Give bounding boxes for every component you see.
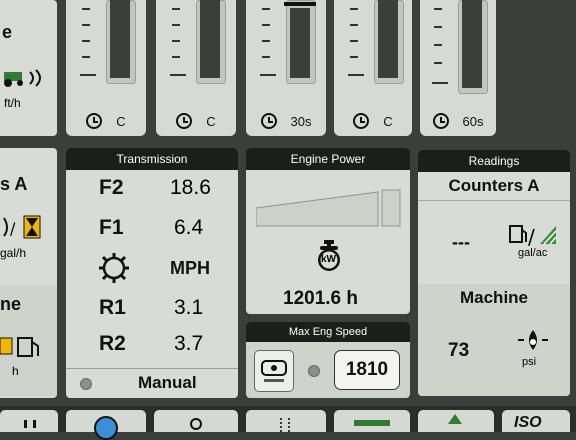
status-led xyxy=(80,378,92,390)
gear-r1: R1 xyxy=(99,296,126,319)
section-button[interactable] xyxy=(246,410,326,432)
globe-icon xyxy=(94,416,118,440)
gauge-1-label: C xyxy=(116,113,126,129)
left-panel-title: s A xyxy=(0,174,28,194)
value-r2: 3.7 xyxy=(174,332,204,355)
pause-button[interactable] xyxy=(0,410,58,432)
iso-label: ISO xyxy=(514,414,542,431)
speed-unit: MPH xyxy=(170,258,210,278)
max-eng-speed-header: Max Eng Speed xyxy=(246,322,410,342)
counters-unit: gal/ac xyxy=(518,247,548,259)
engine-power-header: Engine Power xyxy=(246,148,410,170)
value-f1: 6.4 xyxy=(174,216,204,239)
pin-icon xyxy=(190,418,202,430)
gear-cog-icon xyxy=(98,252,130,289)
max-speed-led xyxy=(308,365,320,377)
tractor-icon xyxy=(2,68,48,93)
value-r1: 3.1 xyxy=(174,296,204,319)
gear-f2: F2 xyxy=(99,176,124,199)
machine-title: Machine xyxy=(459,288,529,307)
engine-kw-icon: kW xyxy=(312,240,346,277)
stack-arrow-icon xyxy=(448,414,462,424)
clock-icon xyxy=(432,113,449,129)
left-panel-section2: ne xyxy=(0,294,22,314)
left-panel-unit2: h xyxy=(12,364,19,378)
engine-hours: 1201.6 h xyxy=(283,288,358,309)
clock-icon xyxy=(176,113,193,129)
engine-power-bar xyxy=(255,188,402,228)
pause-icon xyxy=(24,420,36,428)
svg-text:/: / xyxy=(10,219,16,238)
counters-title: Counters A xyxy=(448,176,540,195)
engine-power-panel[interactable]: Engine Power kW 1201.6 h xyxy=(246,148,410,314)
machine-unit: psi xyxy=(522,356,537,368)
gauge-4-label: C xyxy=(383,113,393,129)
implement-icon xyxy=(354,420,390,426)
gauge-5-label: 60s xyxy=(462,113,484,129)
layers-button[interactable] xyxy=(418,410,494,432)
implement-button[interactable] xyxy=(334,410,410,432)
clock-icon xyxy=(260,113,277,129)
transmission-mode: Manual xyxy=(138,373,197,392)
gauge-2[interactable]: C xyxy=(156,0,236,136)
bottom-toolbar: ISO xyxy=(0,406,576,440)
top-left-unit: ft/h xyxy=(4,96,21,110)
left-panel: s A / gal/h ne h xyxy=(0,148,57,398)
counters-value: --- xyxy=(452,232,470,252)
section-icon xyxy=(280,418,290,432)
oil-pressure-icon xyxy=(518,328,548,359)
transmission-panel[interactable]: Transmission F2 18.6 F1 6.4 MPH R1 3.1 R… xyxy=(66,148,238,398)
max-eng-speed-value[interactable]: 1810 xyxy=(334,350,400,390)
engine-kw-label: kW xyxy=(321,254,336,265)
fuel-hourglass-icon: / xyxy=(2,214,44,245)
clock-icon xyxy=(86,113,103,129)
left-panel-unit: gal/h xyxy=(0,246,27,260)
readings-panel[interactable]: Readings Counters A --- / gal/ac Machine… xyxy=(418,150,570,396)
gear-f1: F1 xyxy=(99,216,124,239)
gauge-3-label: 30s xyxy=(290,113,312,129)
gauge-1[interactable]: C xyxy=(66,0,146,136)
engine-speed-icon-button[interactable] xyxy=(254,350,294,392)
machine-value: 73 xyxy=(448,340,470,361)
gauge-4[interactable]: C xyxy=(334,0,412,136)
svg-text:/: / xyxy=(528,225,535,248)
transmission-header: Transmission xyxy=(66,148,238,170)
clock-icon xyxy=(353,113,370,129)
fuel-pump-icon xyxy=(0,334,42,365)
readings-header: Readings xyxy=(418,150,570,172)
top-left-title: e xyxy=(2,22,13,42)
gauge-3[interactable]: 30s xyxy=(246,0,326,136)
iso-button[interactable]: ISO xyxy=(502,410,570,432)
value-f2: 18.6 xyxy=(170,176,211,199)
gauge-5[interactable]: 60s xyxy=(420,0,496,136)
top-left-panel: e ft/h xyxy=(0,0,57,136)
guidance-button[interactable] xyxy=(66,410,146,440)
location-button[interactable] xyxy=(154,410,238,432)
gauge-2-label: C xyxy=(206,113,216,129)
max-eng-speed-panel[interactable]: Max Eng Speed 1810 xyxy=(246,322,410,398)
gear-r2: R2 xyxy=(99,332,126,355)
